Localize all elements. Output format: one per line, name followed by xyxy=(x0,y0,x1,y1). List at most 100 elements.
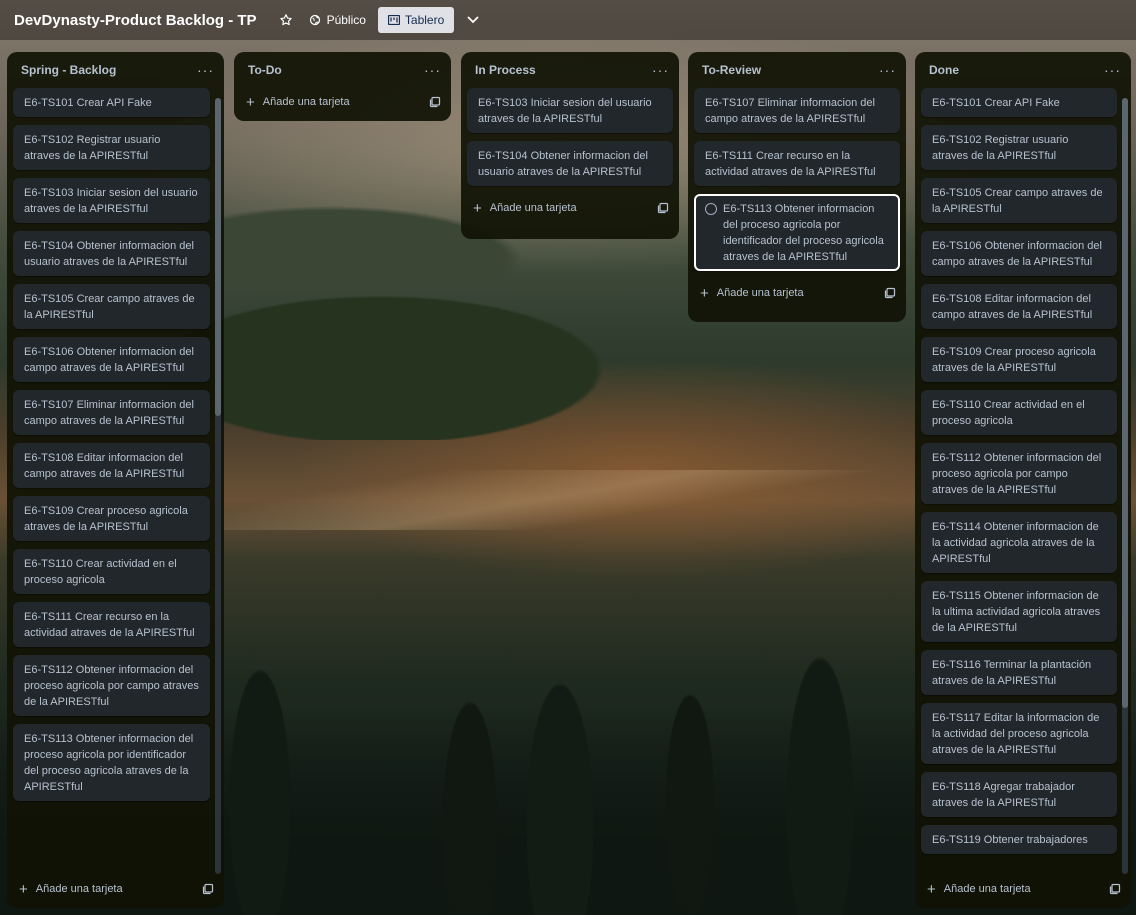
list-title[interactable]: To-Do xyxy=(248,63,282,77)
card[interactable]: E6-TS102 Registrar usuario atraves de la… xyxy=(921,125,1117,170)
card-title: E6-TS116 Terminar la plantación atraves … xyxy=(932,659,1092,687)
card[interactable]: E6-TS110 Crear actividad en el proceso a… xyxy=(921,390,1117,435)
list-to-do: To-Do ··· + Añade una tarjeta xyxy=(234,52,451,121)
board-view-button[interactable]: Tablero xyxy=(377,7,455,33)
view-switcher-chevron-icon[interactable] xyxy=(462,9,484,31)
card[interactable]: E6-TS107 Eliminar informacion del campo … xyxy=(13,390,210,435)
add-card-row: + Añade una tarjeta xyxy=(461,194,679,222)
card[interactable]: E6-TS101 Crear API Fake xyxy=(921,88,1117,117)
card[interactable]: E6-TS110 Crear actividad en el proceso a… xyxy=(13,549,210,594)
create-from-template-icon[interactable] xyxy=(884,287,896,299)
create-from-template-icon[interactable] xyxy=(657,202,669,214)
add-card-label: Añade una tarjeta xyxy=(716,287,804,299)
add-card-button[interactable]: + Añade una tarjeta xyxy=(246,95,350,110)
list-to-review: To-Review ··· E6-TS107 Eliminar informac… xyxy=(688,52,906,322)
add-card-button[interactable]: + Añade una tarjeta xyxy=(473,201,577,216)
card-title: E6-TS101 Crear API Fake xyxy=(24,97,152,109)
add-card-button[interactable]: + Añade una tarjeta xyxy=(927,882,1031,897)
scrollbar-thumb[interactable] xyxy=(215,98,221,416)
card[interactable]: E6-TS115 Obtener informacion de la ultim… xyxy=(921,581,1117,642)
scrollbar-thumb[interactable] xyxy=(1122,98,1128,708)
card-title: E6-TS111 Crear recurso en la actividad a… xyxy=(705,150,876,178)
card[interactable]: E6-TS104 Obtener informacion del usuario… xyxy=(13,231,210,276)
card[interactable]: E6-TS119 Obtener trabajadores xyxy=(921,825,1117,854)
card[interactable]: E6-TS116 Terminar la plantación atraves … xyxy=(921,650,1117,695)
list-menu-icon[interactable]: ··· xyxy=(197,63,214,77)
card-container: E6-TS101 Crear API Fake E6-TS102 Registra… xyxy=(7,88,224,872)
card[interactable]: E6-TS103 Iniciar sesion del usuario atra… xyxy=(13,178,210,223)
list-scrollbar[interactable] xyxy=(1122,98,1128,874)
card[interactable]: E6-TS114 Obtener informacion de la activ… xyxy=(921,512,1117,573)
list-scrollbar[interactable] xyxy=(215,98,221,874)
list-menu-icon[interactable]: ··· xyxy=(424,63,441,77)
card[interactable]: E6-TS102 Registrar usuario atraves de la… xyxy=(13,125,210,170)
add-card-label: Añade una tarjeta xyxy=(262,96,350,108)
list-title[interactable]: To-Review xyxy=(702,63,761,77)
list-title[interactable]: In Process xyxy=(475,63,536,77)
list-spring-backlog: Spring - Backlog ··· E6-TS101 Crear API … xyxy=(7,52,224,908)
card[interactable]: E6-TS113 Obtener informacion del proceso… xyxy=(13,724,210,801)
card-title: E6-TS112 Obtener informacion del proceso… xyxy=(24,664,199,708)
card-title: E6-TS113 Obtener informacion del proceso… xyxy=(24,733,194,793)
card-title: E6-TS102 Registrar usuario atraves de la… xyxy=(24,134,161,162)
card[interactable]: E6-TS111 Crear recurso en la actividad a… xyxy=(13,602,210,647)
list-menu-icon[interactable]: ··· xyxy=(879,63,896,77)
add-card-button[interactable]: + Añade una tarjeta xyxy=(700,286,804,301)
card-title: E6-TS104 Obtener informacion del usuario… xyxy=(478,150,648,178)
card[interactable]: E6-TS106 Obtener informacion del campo a… xyxy=(13,337,210,382)
list-menu-icon[interactable]: ··· xyxy=(652,63,669,77)
globe-icon xyxy=(309,14,320,26)
list-done: Done ··· E6-TS101 Crear API Fake E6-TS102… xyxy=(915,52,1131,908)
visibility-button[interactable]: Público xyxy=(309,13,366,27)
card-title: E6-TS118 Agregar trabajador atraves de l… xyxy=(932,781,1075,809)
complete-checkbox-icon[interactable] xyxy=(705,203,717,215)
add-card-label: Añade una tarjeta xyxy=(943,883,1031,895)
card[interactable]: E6-TS108 Editar informacion del campo at… xyxy=(13,443,210,488)
list-menu-icon[interactable]: ··· xyxy=(1104,63,1121,77)
plus-icon: + xyxy=(473,199,482,217)
add-card-label: Añade una tarjeta xyxy=(35,883,123,895)
card[interactable]: E6-TS112 Obtener informacion del proceso… xyxy=(921,443,1117,504)
add-card-row: + Añade una tarjeta xyxy=(7,872,224,906)
card[interactable]: E6-TS111 Crear recurso en la actividad a… xyxy=(694,141,900,186)
list-title[interactable]: Done xyxy=(929,63,959,77)
board-view-icon xyxy=(387,15,400,25)
card[interactable]: E6-TS104 Obtener informacion del usuario… xyxy=(467,141,673,186)
board-view-label: Tablero xyxy=(404,13,445,27)
list-in-process: In Process ··· E6-TS103 Iniciar sesion d… xyxy=(461,52,679,239)
card-title: E6-TS117 Editar la informacion de la act… xyxy=(932,712,1100,756)
board-title[interactable]: DevDynasty-Product Backlog - TP xyxy=(14,12,257,29)
card[interactable]: E6-TS106 Obtener informacion del campo a… xyxy=(921,231,1117,276)
add-card-row: + Añade una tarjeta xyxy=(688,279,906,307)
list-title[interactable]: Spring - Backlog xyxy=(21,63,116,77)
card[interactable]: E6-TS107 Eliminar informacion del campo … xyxy=(694,88,900,133)
card[interactable]: E6-TS109 Crear proceso agricola atraves … xyxy=(13,496,210,541)
card[interactable]: E6-TS113 Obtener informacion del proceso… xyxy=(694,194,900,271)
card-title: E6-TS103 Iniciar sesion del usuario atra… xyxy=(24,187,198,215)
card[interactable]: E6-TS118 Agregar trabajador atraves de l… xyxy=(921,772,1117,817)
card-title: E6-TS108 Editar informacion del campo at… xyxy=(932,293,1093,321)
card[interactable]: E6-TS103 Iniciar sesion del usuario atra… xyxy=(467,88,673,133)
card[interactable]: E6-TS105 Crear campo atraves de la APIRE… xyxy=(13,284,210,329)
card[interactable]: E6-TS112 Obtener informacion del proceso… xyxy=(13,655,210,716)
star-icon[interactable] xyxy=(275,9,297,31)
card-container: E6-TS107 Eliminar informacion del campo … xyxy=(688,88,906,279)
card-container: E6-TS103 Iniciar sesion del usuario atra… xyxy=(461,88,679,194)
card-title: E6-TS104 Obtener informacion del usuario… xyxy=(24,240,194,268)
plus-icon: + xyxy=(700,284,709,302)
card[interactable]: E6-TS101 Crear API Fake xyxy=(13,88,210,117)
card-title: E6-TS106 Obtener informacion del campo a… xyxy=(24,346,194,374)
add-card-button[interactable]: + Añade una tarjeta xyxy=(19,882,123,897)
card[interactable]: E6-TS109 Crear proceso agricola atraves … xyxy=(921,337,1117,382)
card-title: E6-TS114 Obtener informacion de la activ… xyxy=(932,521,1099,565)
card-title: E6-TS115 Obtener informacion de la ultim… xyxy=(932,590,1101,634)
create-from-template-icon[interactable] xyxy=(1109,883,1121,895)
create-from-template-icon[interactable] xyxy=(202,883,214,895)
card-title: E6-TS102 Registrar usuario atraves de la… xyxy=(932,134,1069,162)
card-title: E6-TS113 Obtener informacion del proceso… xyxy=(723,203,884,263)
create-from-template-icon[interactable] xyxy=(429,96,441,108)
visibility-label: Público xyxy=(326,13,366,27)
card[interactable]: E6-TS117 Editar la informacion de la act… xyxy=(921,703,1117,764)
card[interactable]: E6-TS108 Editar informacion del campo at… xyxy=(921,284,1117,329)
card[interactable]: E6-TS105 Crear campo atraves de la APIRE… xyxy=(921,178,1117,223)
